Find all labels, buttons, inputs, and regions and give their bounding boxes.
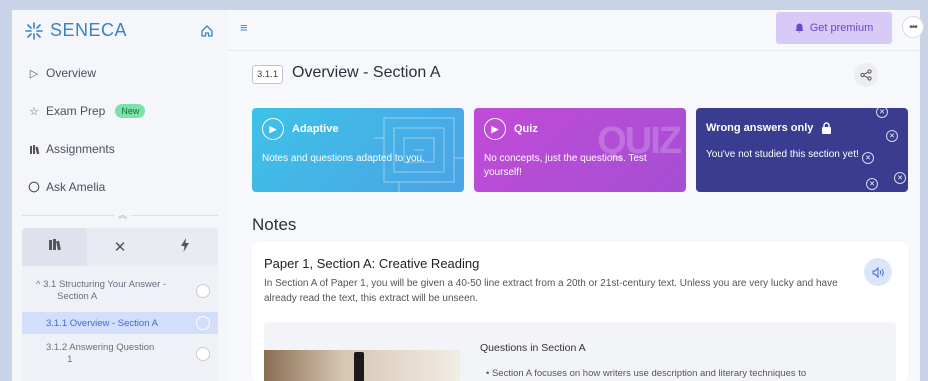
- toc-item-label: 3.1.2 Answering Question 1: [46, 342, 155, 365]
- header-divider: [228, 50, 920, 51]
- section-number-tag: 3.1.1: [252, 65, 284, 84]
- sidebar-item-ask-amelia[interactable]: Ask Amelia: [28, 180, 105, 194]
- note-body: In Section A of Paper 1, you will be giv…: [264, 278, 838, 304]
- sidebar-item-label: Overview: [46, 66, 97, 80]
- quiz-card[interactable]: QUIZ ▶ Quiz No concepts, just the questi…: [474, 108, 686, 192]
- progress-circle-icon: [196, 316, 210, 330]
- close-icon: ✕: [876, 108, 888, 118]
- star-icon: ☆: [29, 105, 39, 118]
- toc-item-3-1-2[interactable]: 3.1.2 Answering Question 1: [22, 338, 218, 370]
- tab-contents[interactable]: [22, 228, 88, 266]
- sidebar-item-label: Assignments: [46, 142, 115, 156]
- progress-circle-icon: [196, 284, 210, 298]
- close-icon: ✕: [886, 130, 898, 142]
- wrong-answers-card[interactable]: ✕ ✕ ✕ ✕ ✕ Wrong answers only You've not …: [696, 108, 908, 192]
- questions-card: Questions in Section A • Section A focus…: [264, 322, 896, 381]
- premium-label: Get premium: [809, 22, 874, 34]
- close-icon: ✕: [894, 172, 906, 184]
- table-of-contents: ^ 3.1 Structuring Your Answer - Section …: [22, 266, 218, 381]
- tab-close[interactable]: ✕: [87, 228, 152, 266]
- hamburger-menu-icon[interactable]: ≡: [240, 20, 252, 35]
- sidebar: SENECA ▷ Overview ☆ Exam Prep New Assign…: [0, 0, 240, 381]
- play-icon: ▶: [484, 118, 506, 140]
- collapse-chevron-icon[interactable]: ︽: [114, 208, 132, 221]
- card-description: You've not studied this section yet!: [706, 149, 859, 160]
- get-premium-button[interactable]: Get premium: [776, 12, 892, 44]
- toc-item-3-1-1[interactable]: 3.1.1 Overview - Section A: [22, 312, 218, 334]
- questions-title: Questions in Section A: [480, 342, 586, 354]
- adaptive-card[interactable]: ▶ Adaptive Notes and questions adapted t…: [252, 108, 464, 192]
- close-icon: ✕: [113, 239, 127, 256]
- books-icon: [48, 238, 62, 256]
- new-badge: New: [115, 104, 146, 118]
- books-icon: [28, 143, 40, 155]
- seneca-logo-icon: [25, 21, 43, 40]
- note-title: Paper 1, Section A: Creative Reading: [264, 256, 480, 271]
- share-button[interactable]: [854, 63, 878, 87]
- notes-heading: Notes: [252, 215, 297, 234]
- questions-bullet: • Section A focuses on how writers use d…: [486, 368, 807, 379]
- speaker-icon: [872, 266, 884, 278]
- play-icon: ▶: [262, 118, 284, 140]
- toc-item-label: 3.1.1 Overview - Section A: [46, 317, 158, 329]
- maze-pattern-icon: [374, 117, 464, 192]
- seneca-logo[interactable]: SENECA: [24, 20, 127, 41]
- card-title: Adaptive: [292, 123, 339, 135]
- logo-text: SENECA: [50, 20, 128, 40]
- sidebar-tabs: ✕: [22, 228, 218, 266]
- lock-icon: [822, 122, 832, 134]
- sidebar-item-overview[interactable]: ▷ Overview: [28, 66, 96, 80]
- lightning-icon: [180, 238, 190, 256]
- sidebar-item-label: Exam Prep: [46, 104, 106, 118]
- note-card: Paper 1, Section A: Creative Reading In …: [252, 242, 908, 381]
- more-options-button[interactable]: •••: [902, 16, 924, 38]
- close-icon: ✕: [866, 178, 878, 190]
- bell-icon: [795, 23, 804, 33]
- sidebar-item-assignments[interactable]: Assignments: [28, 142, 115, 156]
- card-description: No concepts, just the questions. Test yo…: [484, 153, 647, 178]
- share-icon: [860, 69, 872, 81]
- card-description: Notes and questions adapted to you.: [262, 153, 425, 164]
- toc-item-label: ^ 3.1 Structuring Your Answer - Section …: [36, 279, 167, 302]
- home-icon[interactable]: [200, 24, 214, 38]
- more-dots-icon: •••: [909, 21, 917, 33]
- card-title: Quiz: [514, 123, 538, 135]
- progress-circle-icon: [196, 347, 210, 361]
- page-title: Overview - Section A: [292, 64, 441, 81]
- chat-bubble-icon: [28, 181, 40, 193]
- audio-button[interactable]: [864, 258, 892, 286]
- main-content: ≡ Get premium ••• 3.1.1 Overview - Secti…: [228, 10, 924, 381]
- toc-item-3-1[interactable]: ^ 3.1 Structuring Your Answer - Section …: [22, 274, 218, 308]
- triangle-play-icon: ▷: [29, 67, 39, 80]
- pen-image: [354, 352, 364, 381]
- card-title: Wrong answers only: [706, 122, 814, 134]
- sidebar-item-exam-prep[interactable]: ☆ Exam Prep New: [28, 104, 146, 118]
- tab-lightning[interactable]: [153, 228, 218, 266]
- sidebar-item-label: Ask Amelia: [46, 180, 106, 194]
